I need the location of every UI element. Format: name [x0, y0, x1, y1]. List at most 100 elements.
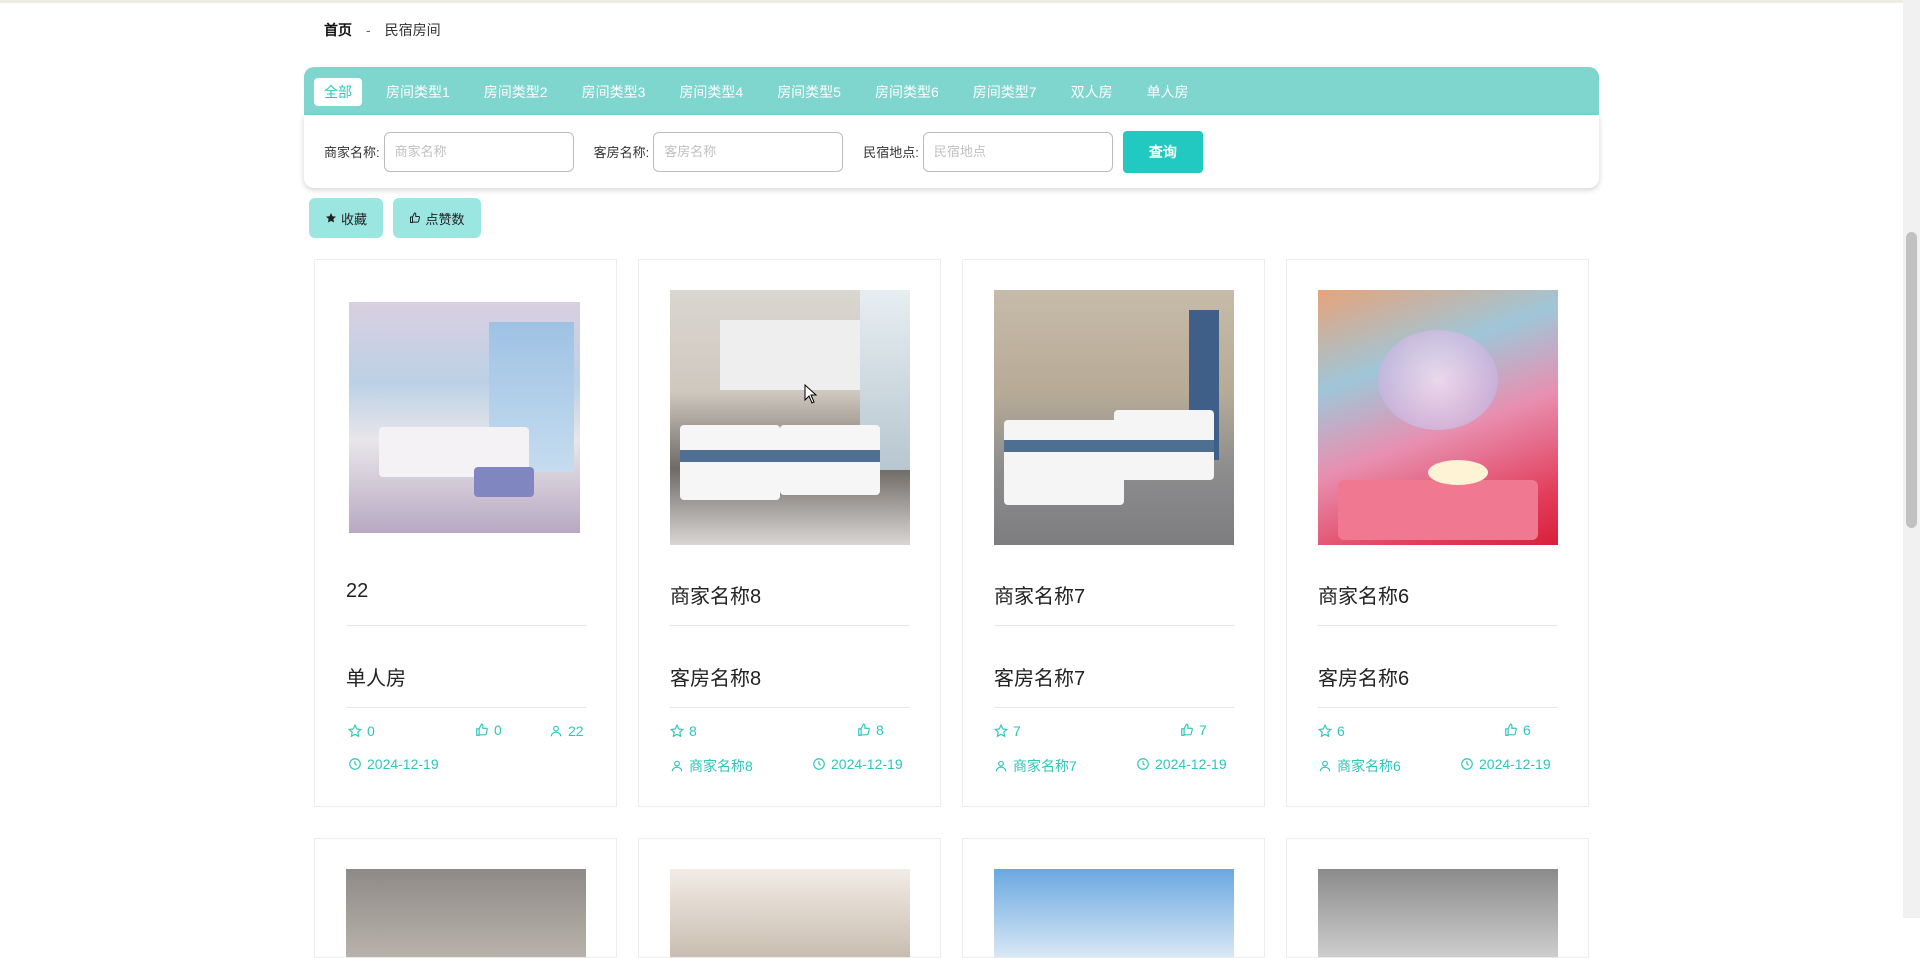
favorites-count: 6: [1318, 723, 1345, 739]
bench-shape: [474, 467, 534, 497]
favorites-value: 8: [689, 723, 697, 739]
bed-runner: [680, 450, 880, 462]
room-card[interactable]: 商家名称7 客房名称7 7 7 商家名称7 2024-12-19: [962, 259, 1265, 807]
breadcrumb-home[interactable]: 首页: [324, 20, 352, 40]
filter-panel: 商家名称: 客房名称: 民宿地点: 查询: [304, 115, 1599, 188]
clock-icon: [349, 758, 361, 770]
room-image[interactable]: [670, 290, 910, 545]
date: 2024-12-19: [1460, 756, 1551, 772]
card-title: 商家名称6: [1318, 586, 1410, 608]
divider: [670, 625, 910, 626]
clock-icon: [813, 758, 825, 770]
tab-room-type-5[interactable]: 房间类型5: [767, 78, 851, 106]
merchant-value: 商家名称6: [1337, 758, 1401, 774]
date: 2024-12-19: [348, 756, 439, 772]
room-image[interactable]: [1318, 869, 1558, 957]
vertical-scrollbar[interactable]: [1903, 0, 1920, 918]
date: 2024-12-19: [1136, 756, 1227, 772]
tab-room-type-1[interactable]: 房间类型1: [376, 78, 460, 106]
room-card[interactable]: [962, 838, 1265, 958]
room-card[interactable]: 22 单人房 0 0 22 2024-12-19: [314, 259, 617, 807]
tab-room-type-2[interactable]: 房间类型2: [474, 78, 558, 106]
room-name-input[interactable]: [653, 131, 844, 172]
room-image[interactable]: [994, 290, 1234, 545]
tab-room-type-3[interactable]: 房间类型3: [572, 78, 656, 106]
card-title: 商家名称8: [670, 586, 762, 608]
tab-room-type-6[interactable]: 房间类型6: [865, 78, 949, 106]
merchant: 商家名称6: [1318, 756, 1401, 776]
likes-count: 8: [857, 722, 884, 738]
merchant-value: 商家名称8: [689, 758, 753, 774]
merchant-value: 商家名称7: [1013, 758, 1077, 774]
likes-count: 0: [475, 722, 502, 738]
thumbs-up-icon: [410, 212, 421, 223]
tab-single-room[interactable]: 单人房: [1137, 78, 1199, 106]
user-icon: [995, 760, 1007, 772]
room-image[interactable]: [1318, 290, 1558, 545]
likes-value: 7: [1199, 722, 1207, 738]
room-card[interactable]: [1286, 838, 1589, 958]
date-value: 2024-12-19: [1155, 756, 1227, 772]
sort-likes-label: 点赞数: [425, 211, 465, 227]
mouse-cursor-icon: [804, 384, 818, 404]
star-icon: [325, 213, 336, 223]
bed-shape: [680, 425, 780, 500]
date-value: 2024-12-19: [367, 756, 439, 772]
tab-double-room[interactable]: 双人房: [1061, 78, 1123, 106]
tab-room-type-7[interactable]: 房间类型7: [963, 78, 1047, 106]
search-button[interactable]: 查询: [1122, 130, 1203, 173]
views-value: 22: [568, 723, 584, 739]
ball-pit: [1338, 480, 1538, 540]
date: 2024-12-19: [812, 756, 903, 772]
likes-value: 6: [1523, 722, 1531, 738]
user-icon: [671, 760, 683, 772]
divider: [994, 625, 1234, 626]
favorites-value: 6: [1337, 723, 1345, 739]
thumbs-up-icon: [476, 723, 488, 736]
merchant: 商家名称7: [994, 756, 1077, 776]
room-image[interactable]: [994, 869, 1234, 957]
date-value: 2024-12-19: [831, 756, 903, 772]
divider: [670, 707, 910, 708]
sort-favorite-button[interactable]: 收藏: [309, 198, 383, 238]
star-icon: [670, 724, 684, 738]
room-image[interactable]: [349, 302, 580, 533]
divider: [994, 707, 1234, 708]
card-room-name: 单人房: [346, 668, 406, 690]
room-name-label: 客房名称:: [593, 145, 650, 160]
room-card[interactable]: 商家名称8 客房名称8 8 8 商家名称8 2024-12-19: [638, 259, 941, 807]
date-value: 2024-12-19: [1479, 756, 1551, 772]
likes-value: 8: [876, 722, 884, 738]
wall-art: [720, 320, 860, 390]
favorites-count: 8: [670, 723, 697, 739]
scrollbar-thumb[interactable]: [1906, 232, 1917, 528]
bed-shape: [1004, 420, 1124, 505]
table-shape: [1428, 460, 1488, 485]
divider: [1318, 625, 1558, 626]
merchant-name-input[interactable]: [383, 131, 574, 172]
card-room-name: 客房名称8: [670, 668, 762, 690]
merchant-name-label: 商家名称:: [324, 145, 380, 160]
card-title: 22: [346, 580, 369, 602]
location-input[interactable]: [922, 131, 1113, 172]
room-image[interactable]: [346, 869, 586, 957]
room-card[interactable]: 商家名称6 客房名称6 6 6 商家名称6 2024-12-19: [1286, 259, 1589, 807]
decor-shape: [1378, 330, 1498, 430]
room-image[interactable]: [670, 869, 910, 957]
likes-value: 0: [494, 722, 502, 738]
star-icon: [1318, 724, 1332, 738]
likes-count: 7: [1180, 722, 1207, 738]
thumbs-up-icon: [1505, 723, 1517, 736]
breadcrumb-current: 民宿房间: [384, 22, 441, 38]
tab-room-type-4[interactable]: 房间类型4: [669, 78, 753, 106]
room-card[interactable]: [638, 838, 941, 958]
divider: [346, 707, 586, 708]
top-border: [0, 0, 1920, 3]
card-room-name: 客房名称6: [1318, 668, 1410, 690]
favorites-value: 0: [367, 723, 375, 739]
bed-runner: [1004, 440, 1214, 452]
sort-likes-button[interactable]: 点赞数: [393, 198, 481, 238]
breadcrumb-separator: -: [366, 22, 371, 38]
tab-all[interactable]: 全部: [314, 77, 362, 106]
room-card[interactable]: [314, 838, 617, 958]
